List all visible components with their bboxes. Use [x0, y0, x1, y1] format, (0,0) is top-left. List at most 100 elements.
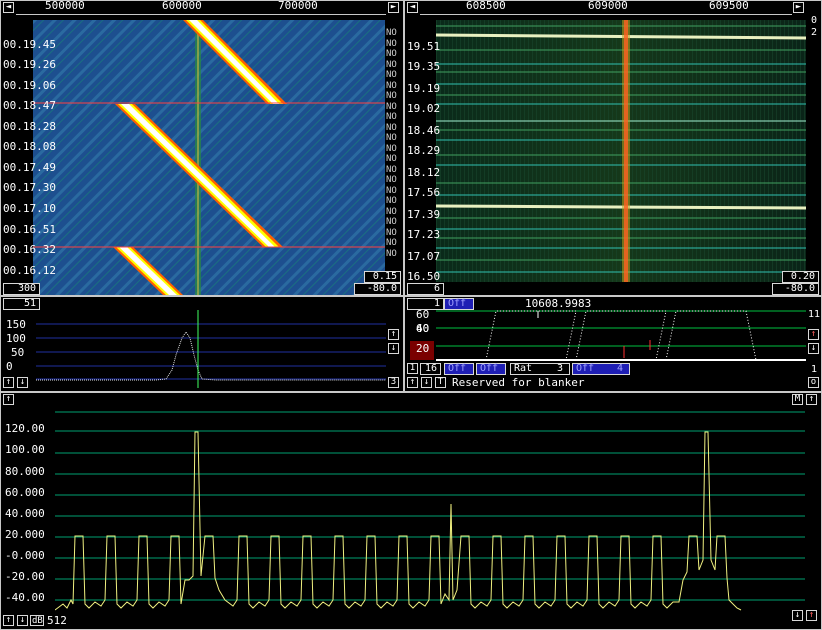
- time-label: 17.07: [407, 250, 441, 263]
- right-gain-box[interactable]: 0.20: [782, 271, 819, 283]
- control-up-button[interactable]: ↑: [407, 377, 418, 388]
- time-label: 00.19.45: [3, 38, 56, 51]
- rat-label: Rat: [514, 363, 533, 374]
- y-label: 40.000: [5, 507, 45, 520]
- right-waterfall-graph[interactable]: [436, 20, 806, 282]
- time-label: 19.51: [407, 40, 441, 53]
- main-right-up-button-top[interactable]: ↑: [806, 394, 817, 405]
- right-scroll-right-button[interactable]: ►: [793, 2, 804, 13]
- right-freq-label: 609000: [588, 0, 628, 12]
- main-right-down-button[interactable]: ↓: [792, 610, 803, 621]
- db-button[interactable]: dB: [30, 615, 44, 626]
- no-marker: NO: [386, 28, 397, 38]
- right-avg-box[interactable]: 6: [407, 283, 444, 295]
- no-marker: NO: [386, 143, 397, 154]
- y-label: 20.000: [5, 528, 45, 541]
- time-label: 00.19.26: [3, 58, 56, 71]
- main-up-button-top[interactable]: ↑: [3, 394, 14, 405]
- time-label: 00.17.30: [3, 181, 56, 194]
- no-marker: NO: [386, 101, 397, 112]
- y-label: 50: [11, 346, 25, 359]
- small-right-value[interactable]: 3: [388, 377, 399, 388]
- left-zero-box[interactable]: -80.0: [354, 283, 401, 295]
- y-label: 60: [416, 308, 430, 321]
- no-marker: NO: [386, 238, 397, 248]
- main-spectrum-graph[interactable]: [55, 410, 805, 616]
- main-up-button[interactable]: ↑: [3, 615, 14, 626]
- right-freq-label: 608500: [466, 0, 506, 12]
- y-label: -0.000: [5, 549, 45, 562]
- small-down-button[interactable]: ↓: [17, 377, 28, 388]
- y-label: -40.00: [5, 591, 45, 604]
- rat-value: 3: [556, 363, 563, 374]
- time-label: 19.02: [407, 102, 441, 115]
- width-value: 512: [47, 614, 67, 627]
- main-down-button[interactable]: ↓: [17, 615, 28, 626]
- control-small-box-1[interactable]: 1: [407, 363, 418, 374]
- control-right-top: 11: [808, 309, 821, 320]
- control-right-up-button[interactable]: ↑: [808, 329, 819, 340]
- small-spectrum-graph[interactable]: [36, 310, 386, 388]
- no-marker: NO: [386, 122, 397, 133]
- off-button-2[interactable]: Off: [444, 363, 474, 375]
- status-text: Reserved for blanker: [452, 376, 585, 389]
- no-marker-column: NO NO NO NO NO NO NO NO NO NO NO NO NO N…: [386, 28, 397, 259]
- time-label: 00.18.28: [3, 120, 56, 133]
- left-freq-label: 700000: [278, 0, 318, 12]
- small-right-up-button[interactable]: ↑: [388, 329, 399, 340]
- off-button-1[interactable]: Off: [444, 298, 474, 310]
- no-marker: NO: [386, 175, 397, 185]
- time-label: 00.17.49: [3, 161, 56, 174]
- y-label: 0: [6, 360, 13, 373]
- off4-label: Off: [576, 363, 595, 374]
- small-up-button[interactable]: ↑: [3, 377, 14, 388]
- left-scroll-right-button[interactable]: ►: [388, 2, 399, 13]
- right-corner-top: 0: [811, 15, 818, 26]
- left-freq-label: 500000: [45, 0, 85, 12]
- time-label: 00.18.08: [3, 140, 56, 153]
- y-label: 60.000: [5, 486, 45, 499]
- no-marker: NO: [386, 59, 397, 70]
- left-frequency-axis: 500000 600000 700000: [16, 0, 386, 15]
- time-label: 18.46: [407, 124, 441, 137]
- control-level-graph[interactable]: [436, 310, 806, 362]
- control-o-button[interactable]: o: [808, 377, 819, 388]
- control-down-button[interactable]: ↓: [421, 377, 432, 388]
- time-label: 00.17.10: [3, 202, 56, 215]
- no-marker: NO: [386, 49, 397, 59]
- no-marker: NO: [386, 154, 397, 164]
- main-m-button[interactable]: M: [792, 394, 803, 405]
- y-label: 20: [416, 342, 430, 355]
- time-label: 16.50: [407, 270, 441, 283]
- y-label: 100.00: [5, 443, 45, 456]
- time-label: 18.29: [407, 144, 441, 157]
- rat-box[interactable]: Rat 3: [510, 363, 570, 375]
- no-marker: NO: [386, 217, 397, 227]
- off-button-3[interactable]: Off: [476, 363, 506, 375]
- right-freq-label: 609500: [709, 0, 749, 12]
- off-box-4[interactable]: Off 4: [572, 363, 630, 375]
- no-marker: NO: [386, 248, 397, 259]
- main-right-up-button[interactable]: ↑: [806, 610, 817, 621]
- y-label: 100: [6, 332, 26, 345]
- y-label: 120.00: [5, 422, 45, 435]
- no-marker: NO: [386, 38, 397, 49]
- frequency-readout: 10608.9983: [525, 297, 592, 310]
- level-box[interactable]: 51: [3, 298, 40, 310]
- control-right-down-button[interactable]: ↓: [808, 343, 819, 354]
- off4-value: 4: [616, 363, 623, 374]
- right-frequency-axis: 608500 609000 609500: [420, 0, 792, 15]
- left-avg-box[interactable]: 300: [3, 283, 40, 295]
- left-gain-box[interactable]: 0.15: [364, 271, 401, 283]
- left-scroll-left-button[interactable]: ◄: [3, 2, 14, 13]
- control-box-16[interactable]: 16: [420, 363, 441, 375]
- right-scroll-left-button[interactable]: ◄: [407, 2, 418, 13]
- small-right-down-button[interactable]: ↓: [388, 343, 399, 354]
- no-marker: NO: [386, 133, 397, 143]
- y-label: 80.000: [5, 465, 45, 478]
- time-label: 00.18.47: [3, 99, 56, 112]
- control-t-button[interactable]: T: [435, 377, 446, 388]
- right-zero-box[interactable]: -80.0: [772, 283, 819, 295]
- time-label: 17.23: [407, 228, 441, 241]
- left-waterfall-graph[interactable]: [33, 20, 385, 295]
